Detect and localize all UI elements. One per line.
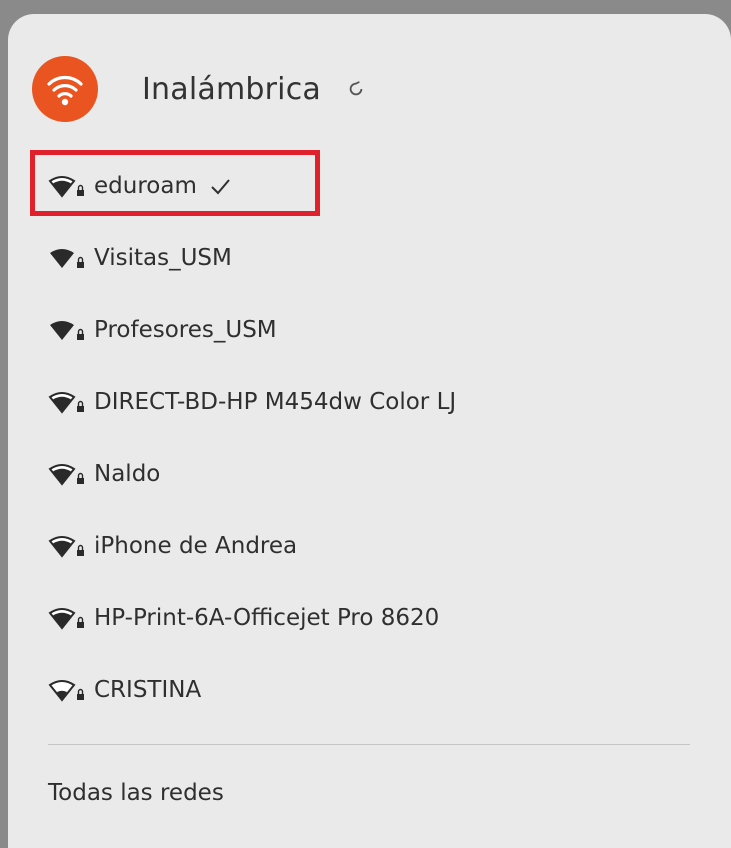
wifi-icon [32,56,98,122]
wifi-signal-lock-icon [50,321,84,340]
wifi-signal-lock-icon [48,608,84,630]
network-name: DIRECT-BD-HP M454dw Color LJ [94,389,457,415]
refresh-spinner-icon [349,81,363,96]
wifi-signal-lock-icon [48,536,84,558]
network-name: Naldo [94,461,161,487]
wireless-header[interactable]: Inalámbrica [32,56,365,122]
network-item-hp-print-6a[interactable]: HP-Print-6A-Officejet Pro 8620 [48,582,690,654]
network-item-direct-bd-hp[interactable]: DIRECT-BD-HP M454dw Color LJ [48,366,690,438]
network-name: iPhone de Andrea [94,533,298,559]
all-networks-link[interactable]: Todas las redes [48,780,224,806]
network-name: Profesores_USM [94,317,277,343]
selected-network-highlight [30,150,320,216]
wifi-signal-lock-icon [50,249,84,268]
divider [48,744,690,745]
wifi-signal-lock-icon [48,392,84,414]
network-item-cristina[interactable]: CRISTINA [48,654,690,726]
network-item-iphone-de-andrea[interactable]: iPhone de Andrea [48,510,690,582]
network-name: Visitas_USM [94,245,232,271]
wifi-signal-lock-icon [48,680,84,702]
wifi-signal-lock-icon [48,464,84,486]
network-name: HP-Print-6A-Officejet Pro 8620 [94,605,440,631]
network-list: eduroam Visitas_USM Profesores_USM DIREC… [48,150,690,726]
network-name: CRISTINA [94,677,202,703]
network-item-visitas-usm[interactable]: Visitas_USM [50,222,690,294]
network-item-naldo[interactable]: Naldo [48,438,690,510]
network-item-profesores-usm[interactable]: Profesores_USM [50,294,690,366]
wireless-title: Inalámbrica [142,71,321,107]
